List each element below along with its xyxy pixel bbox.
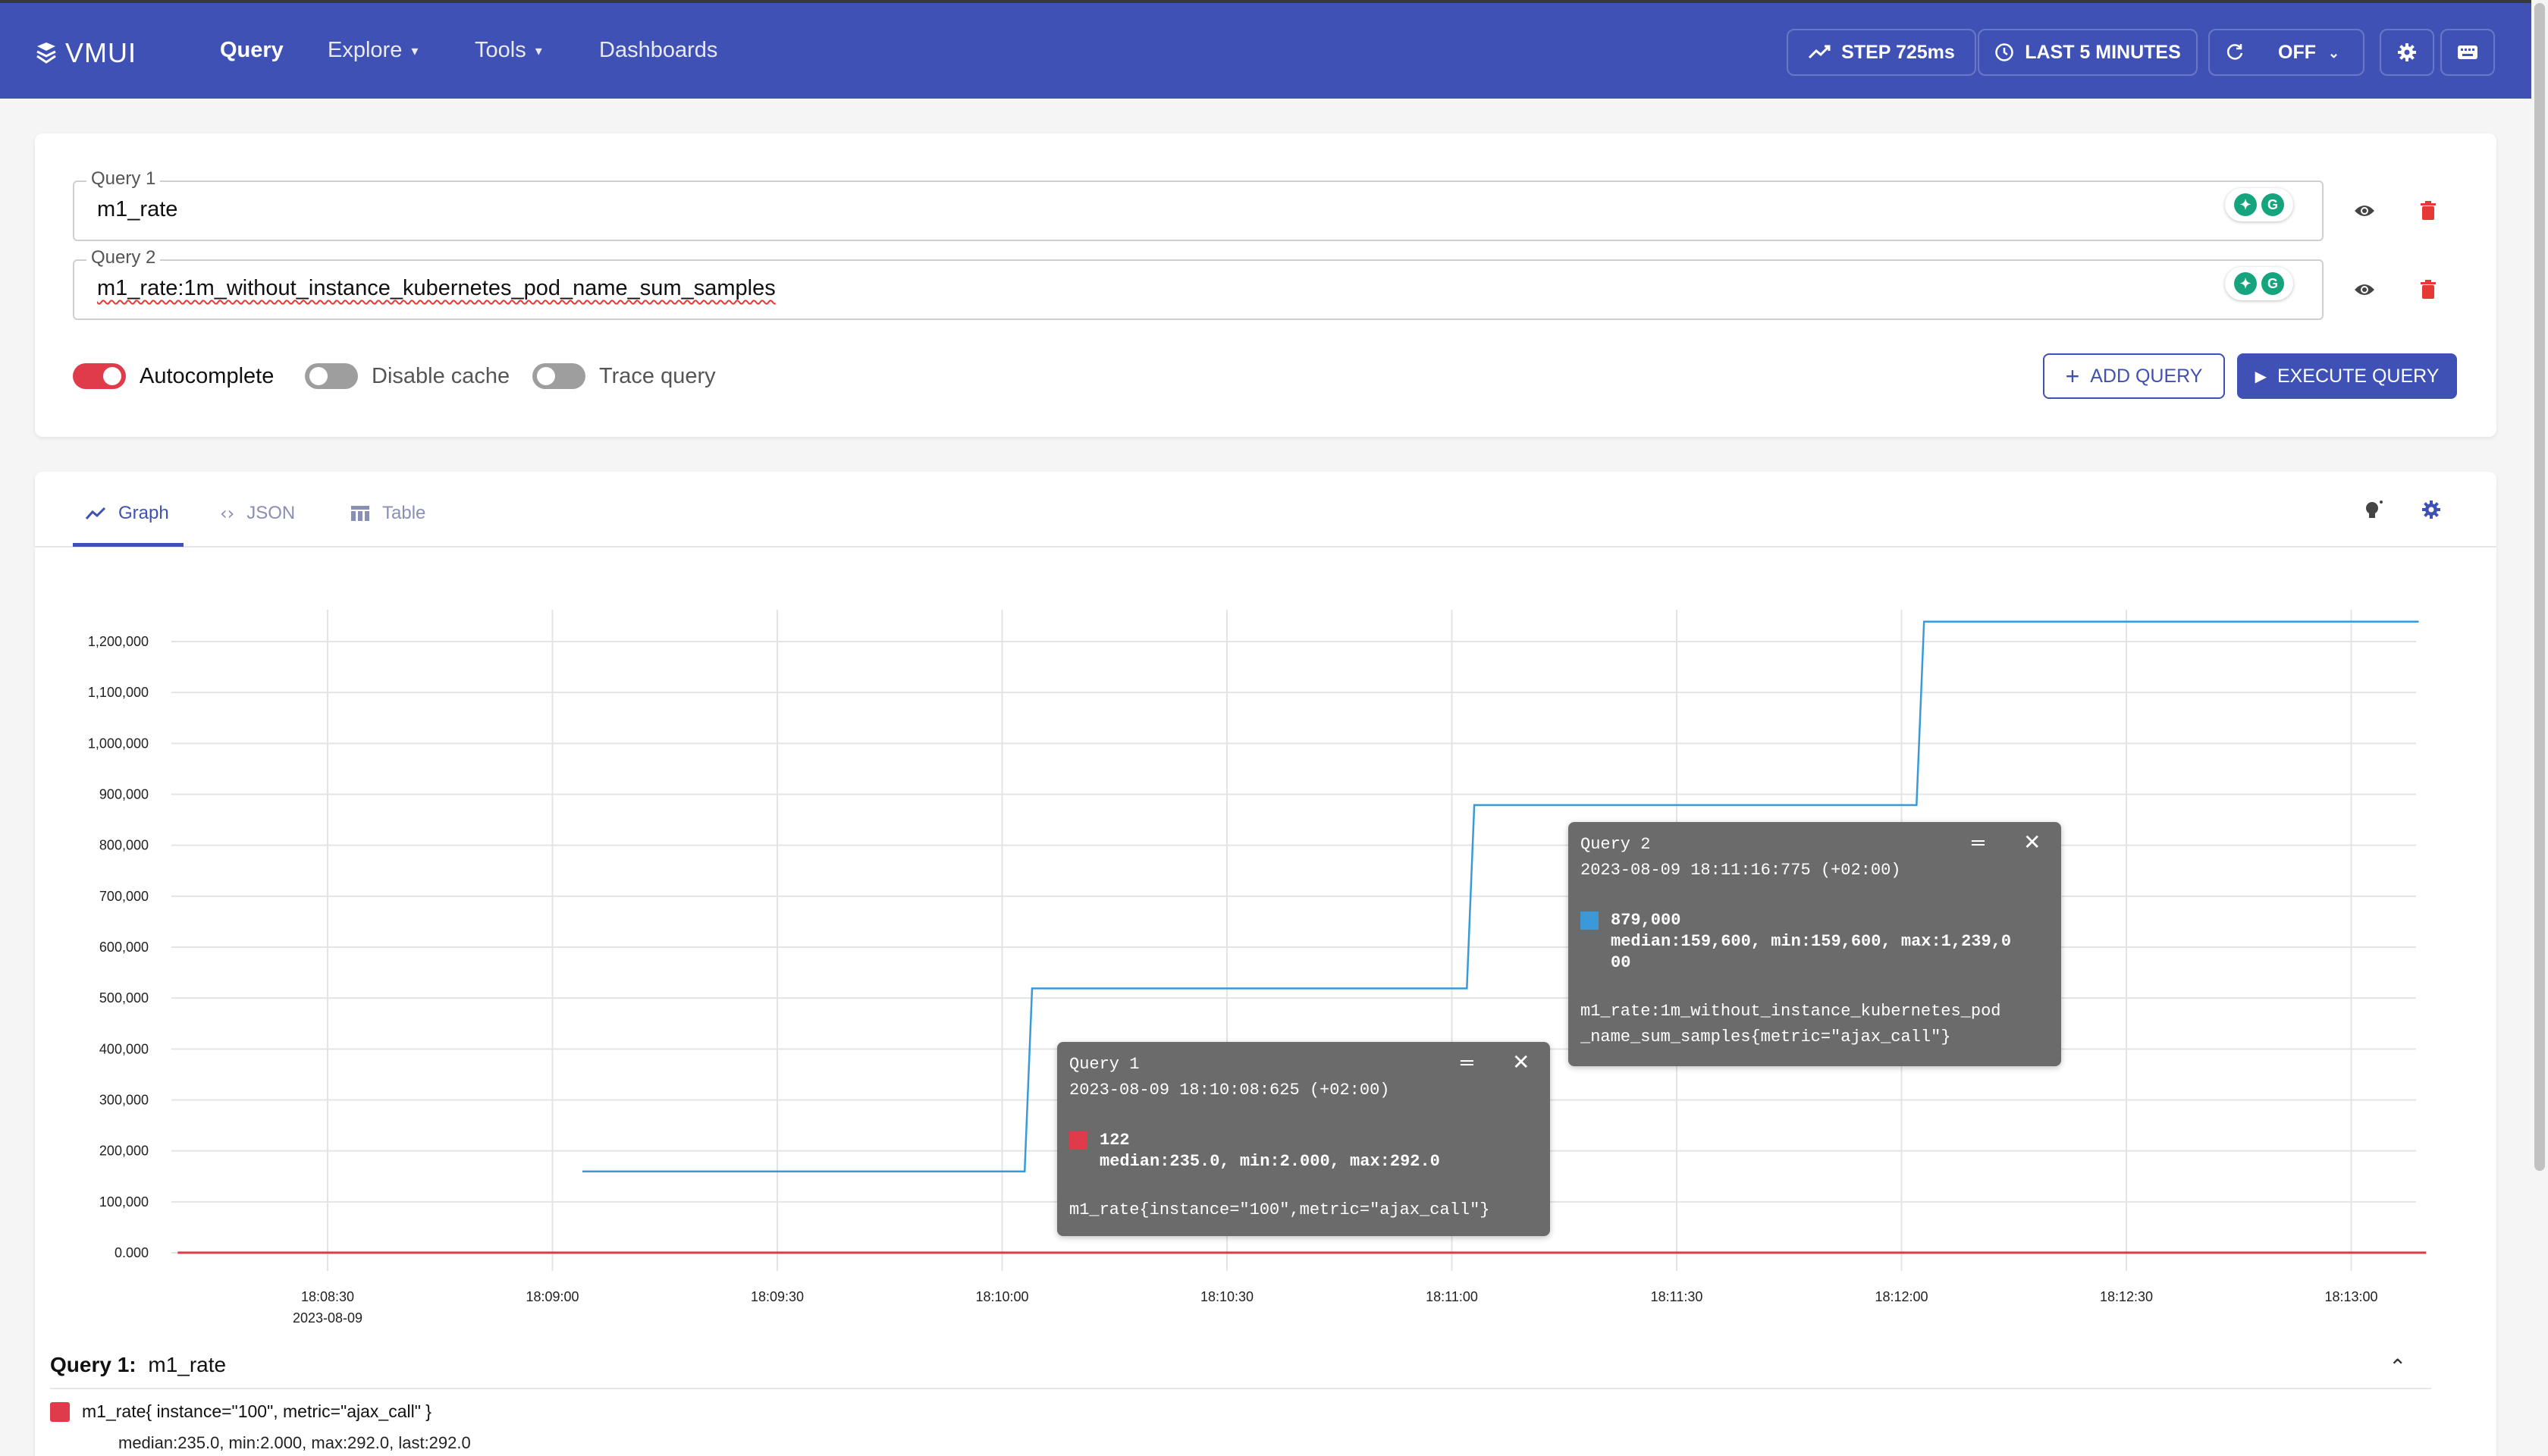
x-tick-label: 18:08:30	[301, 1289, 354, 1304]
x-tick-label: 18:12:00	[1875, 1289, 1928, 1304]
chevron-up-icon[interactable]: ⌃	[2389, 1354, 2406, 1379]
legend-query-title: Query 1:	[50, 1353, 136, 1376]
legend-query-expr: m1_rate	[148, 1353, 227, 1376]
tooltip-title: Query 2	[1580, 835, 1651, 854]
tooltip-stats-continued: 00	[1611, 953, 1631, 972]
legend-divider	[50, 1388, 2431, 1389]
y-tick-label: 800,000	[99, 838, 149, 853]
close-icon[interactable]: ✕	[1512, 1054, 1530, 1075]
tooltip-stats: median:159,600, min:159,600, max:1,239,0	[1611, 932, 2012, 951]
legend-item-label: m1_rate{ instance="100", metric="ajax_ca…	[82, 1401, 431, 1421]
tooltip-series-name-continued: _name_sum_samples{metric="ajax_call"}	[1580, 1028, 1951, 1046]
series-color-swatch	[1069, 1131, 1087, 1150]
legend-item[interactable]: m1_rate{ instance="100", metric="ajax_ca…	[50, 1401, 431, 1422]
y-tick-label: 700,000	[99, 889, 149, 904]
x-tick-label: 18:10:00	[975, 1289, 1028, 1304]
drag-handle-icon[interactable]: ═	[1461, 1054, 1473, 1075]
tooltip-series-name: m1_rate:1m_without_instance_kubernetes_p…	[1580, 1002, 2001, 1021]
y-tick-label: 1,100,000	[88, 685, 149, 700]
x-tick-label: 18:13:00	[2324, 1289, 2377, 1304]
x-tick-label: 18:11:00	[1426, 1289, 1478, 1304]
x-tick-label: 18:09:30	[751, 1289, 804, 1304]
y-tick-label: 1,200,000	[88, 634, 149, 649]
x-tick-label: 18:11:30	[1651, 1289, 1703, 1304]
legend-header[interactable]: Query 1: m1_rate	[50, 1353, 226, 1377]
drag-handle-icon[interactable]: ═	[1972, 834, 1985, 855]
y-tick-label: 0.000	[115, 1245, 149, 1260]
y-tick-label: 600,000	[99, 940, 149, 955]
tooltip-series-name: m1_rate{instance="100",metric="ajax_call…	[1069, 1200, 1490, 1219]
tooltip-date: 2023-08-09 18:10:08:625 (+02:00)	[1069, 1081, 1390, 1100]
x-tick-label: 18:09:00	[526, 1289, 579, 1304]
y-tick-label: 300,000	[99, 1093, 149, 1108]
tooltip-value: 879,000	[1611, 911, 1681, 930]
series-color-swatch	[1580, 912, 1599, 930]
y-tick-label: 200,000	[99, 1144, 149, 1159]
y-tick-label: 1,000,000	[88, 736, 149, 751]
close-icon[interactable]: ✕	[2023, 834, 2041, 855]
legend-color-swatch[interactable]	[50, 1401, 70, 1422]
y-tick-label: 400,000	[99, 1041, 149, 1056]
x-tick-label: 18:10:30	[1200, 1289, 1254, 1304]
legend-item-stats: median:235.0, min:2.000, max:292.0, last…	[118, 1433, 471, 1452]
page-scrollbar[interactable]	[2531, 0, 2548, 1456]
tooltip-stats: median:235.0, min:2.000, max:292.0	[1100, 1152, 1440, 1171]
y-tick-label: 900,000	[99, 787, 149, 802]
y-tick-label: 500,000	[99, 990, 149, 1006]
x-tick-label: 18:12:30	[2100, 1289, 2153, 1304]
x-date-label: 2023-08-09	[293, 1310, 362, 1326]
scrollbar-thumb[interactable]	[2534, 3, 2545, 1171]
tooltip-title: Query 1	[1069, 1055, 1140, 1074]
tooltip-query-1[interactable]: Query 1 ═ ✕ 2023-08-09 18:10:08:625 (+02…	[1057, 1042, 1550, 1236]
y-tick-label: 100,000	[99, 1194, 149, 1210]
tooltip-value: 122	[1100, 1131, 1130, 1150]
tooltip-query-2[interactable]: Query 2 ═ ✕ 2023-08-09 18:11:16:775 (+02…	[1568, 822, 2061, 1066]
tooltip-date: 2023-08-09 18:11:16:775 (+02:00)	[1580, 861, 1901, 880]
